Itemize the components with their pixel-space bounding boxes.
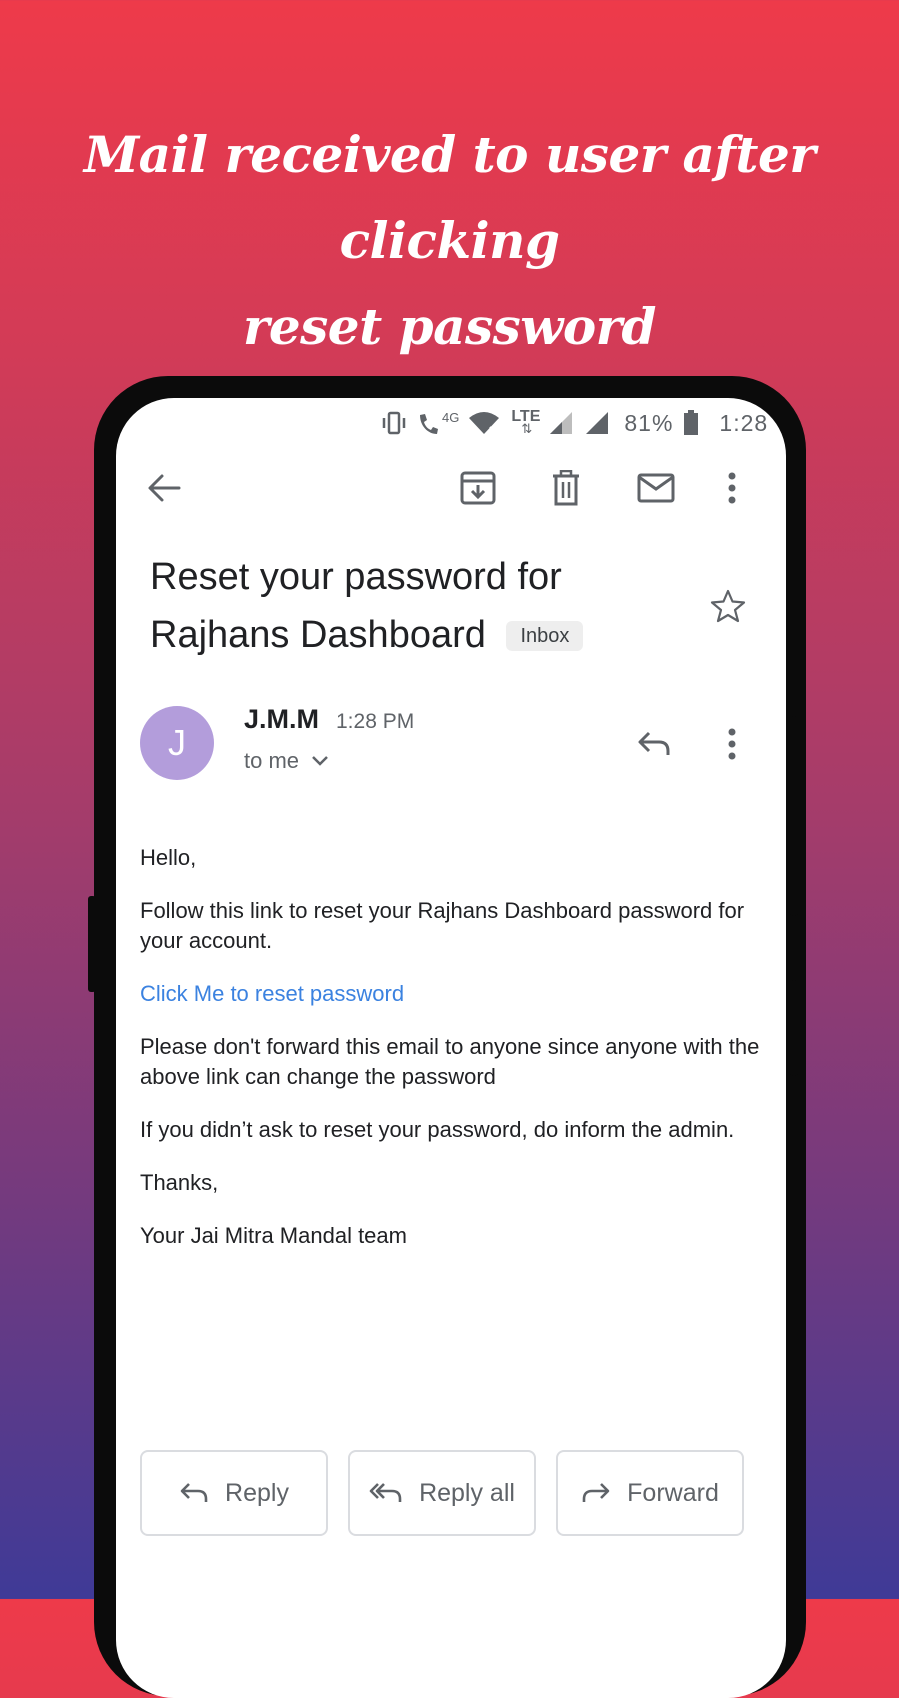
email-subject: Reset your password for Rajhans Dashboar… [150, 548, 710, 664]
signal-icon [548, 410, 576, 436]
more-vert-icon[interactable] [712, 464, 752, 512]
wifi-icon [467, 410, 501, 436]
phone-side-button-left [88, 896, 96, 992]
data-arrows-icon: ⇅ [521, 421, 532, 436]
headline: Mail received to user after clicking res… [0, 112, 899, 370]
back-arrow-icon[interactable] [136, 464, 192, 512]
signature: Your Jai Mitra Mandal team [140, 1223, 407, 1248]
avatar[interactable]: J [140, 706, 214, 780]
chevron-down-icon [311, 755, 329, 767]
subject-text: Reset your password for Rajhans Dashboar… [150, 556, 562, 656]
thanks: Thanks, [140, 1170, 219, 1195]
signal-icon-2 [584, 410, 612, 436]
body-paragraph-3: If you didn’t ask to reset your password… [140, 1117, 735, 1142]
phone-side-button-right-bottom [790, 980, 798, 1076]
network-4g-label: 4G [442, 409, 460, 425]
reply-icon [180, 1483, 208, 1502]
action-buttons: Reply Reply all Forward [140, 1450, 744, 1536]
lte-icon: LTE ⇅ [511, 409, 540, 436]
forward-icon [582, 1483, 610, 1502]
phone-screen: 4G LTE ⇅ 81% 1:28 Reset your password fo… [116, 398, 786, 1698]
reply-all-label: Reply all [419, 1478, 515, 1507]
reply-icon[interactable] [630, 722, 678, 766]
reply-button[interactable]: Reply [140, 1450, 328, 1536]
forward-label: Forward [627, 1478, 719, 1507]
email-time: 1:28 PM [336, 710, 415, 733]
phone-side-button-right-top [790, 716, 798, 916]
body-paragraph-2: Please don't forward this email to anyon… [140, 1034, 760, 1089]
more-vert-icon-message[interactable] [712, 722, 752, 766]
forward-button[interactable]: Forward [556, 1450, 744, 1536]
battery-icon [683, 410, 699, 436]
reset-password-link[interactable]: Click Me to reset password [140, 979, 760, 1009]
status-bar: 4G LTE ⇅ 81% 1:28 [372, 406, 768, 440]
sender-name: J.M.M [244, 704, 320, 734]
vibrate-icon [380, 410, 408, 436]
battery-percent: 81% [624, 409, 674, 436]
recipient-details[interactable]: to me [244, 748, 329, 774]
mark-unread-icon[interactable] [628, 464, 684, 512]
recipient-text: to me [244, 748, 300, 773]
clock: 1:28 [719, 409, 769, 436]
body-paragraph-1: Follow this link to reset your Rajhans D… [140, 898, 745, 953]
greeting: Hello, [140, 845, 197, 870]
reply-all-icon [369, 1483, 402, 1502]
star-icon[interactable] [706, 584, 750, 628]
inbox-label[interactable]: Inbox [506, 621, 584, 651]
reply-all-button[interactable]: Reply all [348, 1450, 536, 1536]
reply-label: Reply [225, 1478, 289, 1507]
headline-line-2: reset password [243, 297, 656, 356]
archive-icon[interactable] [452, 464, 504, 512]
email-body: Hello, Follow this link to reset your Ra… [140, 843, 760, 1274]
wifi-call-icon [416, 410, 440, 436]
delete-icon[interactable] [540, 464, 592, 512]
headline-line-1: Mail received to user after clicking [83, 125, 816, 270]
